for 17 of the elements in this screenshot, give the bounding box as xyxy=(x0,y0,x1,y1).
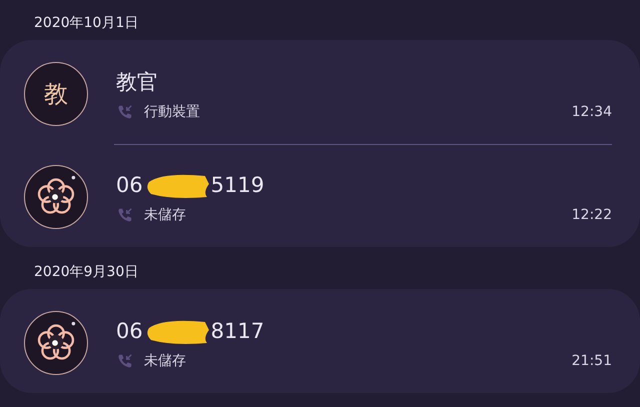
call-time: 12:34 xyxy=(572,104,612,120)
caller-name: 06 xyxy=(116,173,143,197)
caller-name: 5119 xyxy=(210,173,264,197)
call-type-label: 行動裝置 xyxy=(144,103,200,121)
incoming-call-icon xyxy=(116,352,134,370)
call-type-label: 未儲存 xyxy=(144,206,186,224)
caller-name: 06 xyxy=(116,319,143,343)
call-type-label: 未儲存 xyxy=(144,352,186,370)
caller-name: 8117 xyxy=(210,319,264,343)
incoming-call-icon xyxy=(116,103,134,121)
call-time: 12:22 xyxy=(572,207,612,223)
date-header: 2020年10月1日 xyxy=(33,14,140,33)
caller-name: 教官 xyxy=(116,69,158,96)
incoming-call-icon xyxy=(116,206,134,224)
call-time: 21:51 xyxy=(572,353,612,369)
contact-avatar[interactable]: 教 xyxy=(24,62,88,126)
date-header: 2020年9月30日 xyxy=(33,263,140,282)
